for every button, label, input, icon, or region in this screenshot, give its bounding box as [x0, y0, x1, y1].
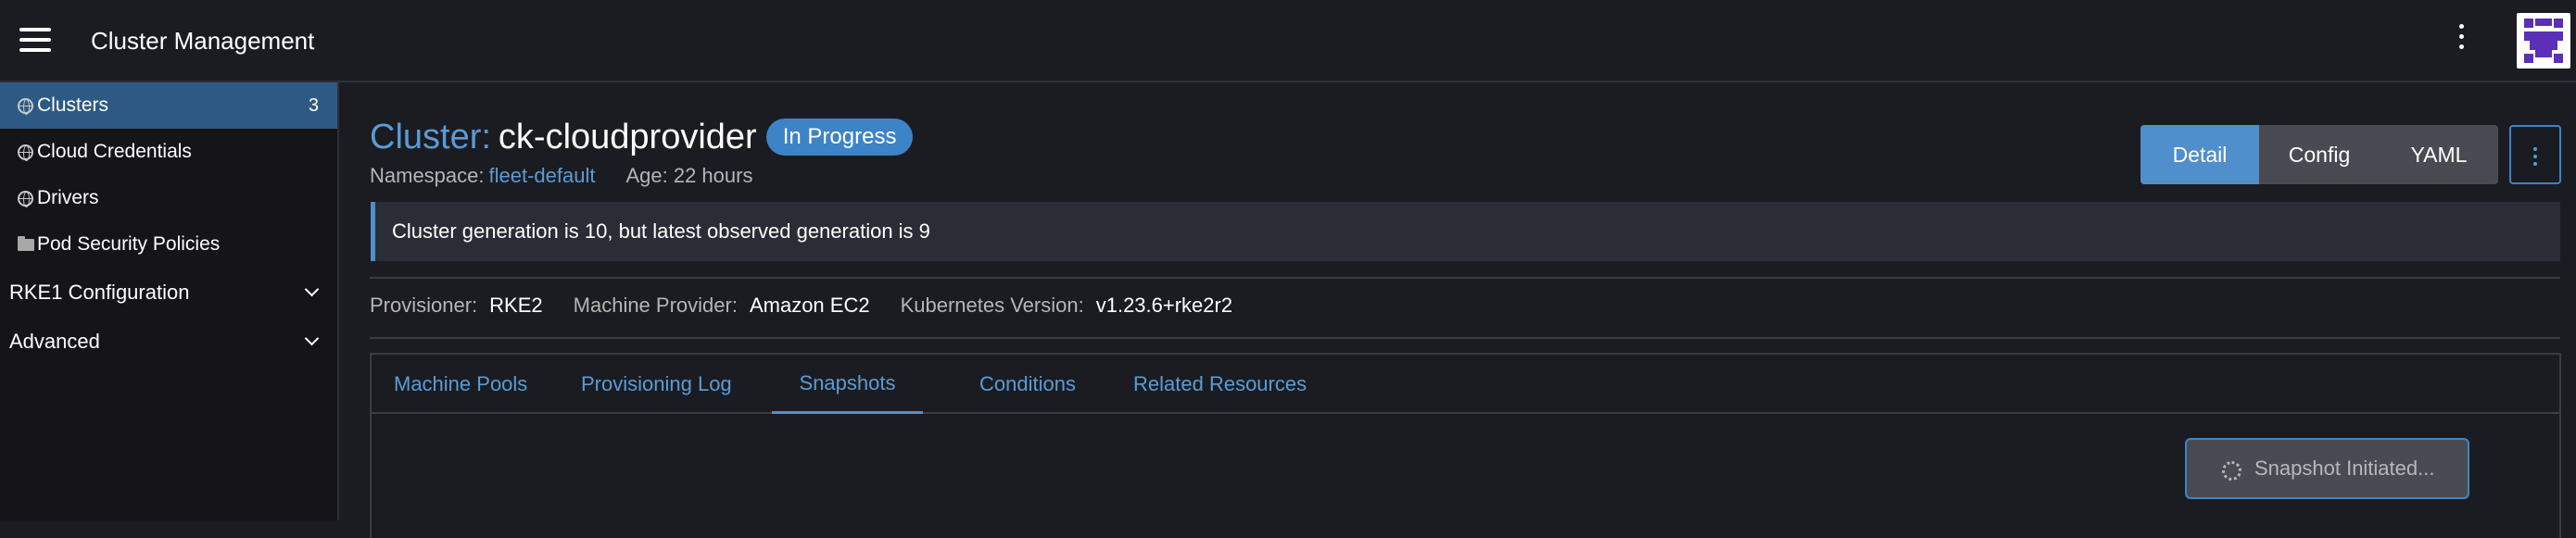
user-avatar-icon[interactable] — [2517, 13, 2570, 69]
page-title: Cluster: ck-cloudprovider In Progress — [370, 114, 914, 160]
divider — [370, 277, 2560, 279]
provisioner-value: RKE2 — [489, 294, 543, 317]
sidebar-group-label: RKE1 Configuration — [9, 280, 190, 304]
top-header: Cluster Management — [0, 0, 2576, 82]
snapshot-initiated-button[interactable]: Snapshot Initiated... — [2185, 438, 2469, 499]
snapshot-button-label: Snapshot Initiated... — [2254, 457, 2435, 480]
app-title: Cluster Management — [91, 27, 315, 55]
sidebar-item-clusters[interactable]: Clusters 3 — [0, 82, 337, 129]
provisioner-label: Provisioner: — [370, 294, 478, 317]
tab-machine-pools[interactable]: Machine Pools — [372, 355, 527, 414]
globe-icon — [18, 144, 33, 161]
sidebar-item-drivers[interactable]: Drivers — [0, 175, 337, 221]
main-content: Cluster: ck-cloudprovider In Progress Na… — [341, 82, 2576, 538]
sidebar-group-rke1-configuration[interactable]: RKE1 Configuration — [0, 268, 337, 317]
age-text: Age: 22 hours — [625, 164, 753, 187]
tabs-bar: Machine Pools Provisioning Log Snapshots… — [372, 355, 2559, 414]
actions-menu-button[interactable] — [2509, 125, 2561, 184]
namespace-link[interactable]: fleet-default — [489, 164, 596, 188]
tab-label: Machine Pools — [394, 372, 528, 395]
info-banner: Cluster generation is 10, but latest obs… — [371, 202, 2560, 261]
chevron-down-icon — [304, 331, 320, 346]
vertical-ellipsis-icon[interactable] — [2452, 24, 2470, 57]
title-prefix: Cluster: — [370, 117, 491, 156]
spinner-icon — [2222, 461, 2241, 481]
sidebar-item-label: Drivers — [37, 187, 99, 208]
chevron-down-icon — [304, 282, 320, 297]
sidebar-item-pod-security-policies[interactable]: Pod Security Policies — [0, 221, 337, 268]
globe-icon — [18, 98, 33, 115]
sidebar-item-label: Clusters — [37, 94, 109, 116]
tab-label: Snapshots — [799, 370, 896, 394]
status-badge: In Progress — [765, 119, 914, 156]
tab-label: Related Resources — [1133, 372, 1307, 395]
machine-provider-label: Machine Provider: — [573, 294, 738, 317]
tab-snapshots[interactable]: Snapshots — [772, 355, 923, 414]
detail-button[interactable]: Detail — [2140, 125, 2259, 184]
cluster-name: ck-cloudprovider — [498, 117, 757, 156]
config-button[interactable]: Config — [2259, 125, 2380, 184]
machine-provider-value: Amazon EC2 — [749, 294, 870, 317]
sidebar: Clusters 3 Cloud Credentials Drivers Pod… — [0, 82, 339, 520]
tab-label: Provisioning Log — [581, 372, 732, 395]
kubernetes-version-value: v1.23.6+rke2r2 — [1095, 294, 1233, 317]
yaml-button[interactable]: YAML — [2380, 125, 2498, 184]
sidebar-item-cloud-credentials[interactable]: Cloud Credentials — [0, 129, 337, 175]
globe-icon — [18, 191, 33, 207]
meta-row: Namespace: fleet-default Age: 22 hours — [370, 164, 752, 188]
sidebar-item-count: 3 — [308, 94, 319, 116]
sidebar-group-advanced[interactable]: Advanced — [0, 317, 337, 366]
sidebar-group-label: Advanced — [9, 329, 100, 353]
tab-label: Conditions — [979, 372, 1076, 395]
view-mode-toggle: Detail Config YAML — [2140, 125, 2498, 184]
sidebar-item-label: Pod Security Policies — [37, 233, 221, 255]
vertical-ellipsis-icon — [2511, 127, 2559, 166]
namespace-label: Namespace: — [370, 164, 485, 187]
divider — [370, 337, 2560, 339]
cluster-info-row: Provisioner: RKE2 Machine Provider: Amaz… — [370, 294, 1263, 318]
kubernetes-version-label: Kubernetes Version: — [900, 294, 1084, 317]
hamburger-menu-icon[interactable] — [19, 28, 51, 52]
folder-icon — [18, 236, 34, 251]
sidebar-item-label: Cloud Credentials — [37, 141, 192, 162]
